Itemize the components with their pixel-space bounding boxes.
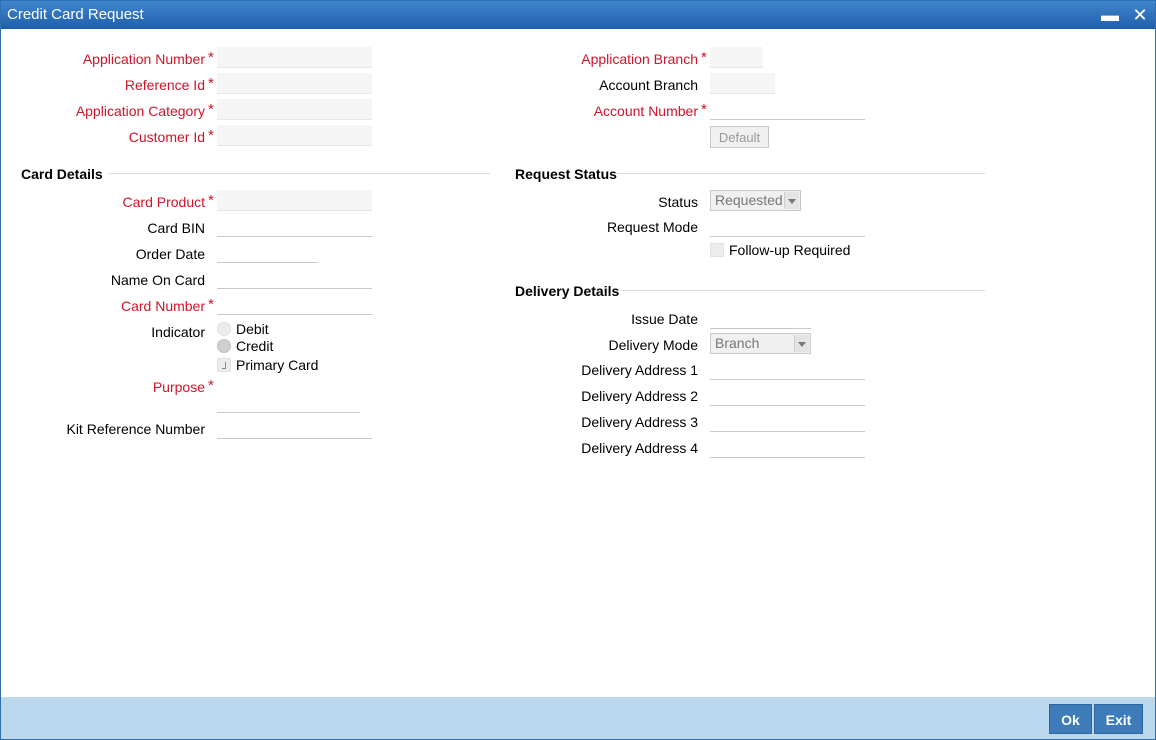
card-bin-input[interactable] (217, 216, 372, 237)
delivery-address-4-input[interactable] (710, 437, 865, 458)
mandatory-asterisk: * (208, 49, 214, 66)
delivery-mode-label: Delivery Mode (608, 337, 698, 353)
chevron-down-icon (794, 335, 809, 352)
card-details-heading: Card Details (21, 166, 103, 182)
delivery-address-1-input[interactable] (710, 359, 865, 380)
credit-card-request-window: Credit Card Request ▬ ✕ Application Numb… (0, 0, 1156, 740)
section-divider (109, 173, 490, 174)
status-select[interactable]: Requested (710, 190, 801, 211)
customer-id-label: Customer Id (128, 129, 205, 145)
order-date-label: Order Date (135, 246, 205, 262)
application-category-label: Application Category (75, 103, 205, 119)
status-value: Requested (715, 192, 783, 208)
delivery-address-3-input[interactable] (710, 411, 865, 432)
follow-up-required-label: Follow-up Required (729, 242, 851, 258)
mandatory-asterisk: * (208, 75, 214, 92)
follow-up-required-checkbox[interactable] (710, 243, 724, 257)
account-branch-input[interactable] (710, 73, 775, 94)
indicator-label: Indicator (151, 324, 205, 340)
delivery-address-2-input[interactable] (710, 385, 865, 406)
ok-button[interactable]: Ok (1049, 704, 1092, 734)
checkmark-icon (222, 362, 226, 369)
customer-id-input[interactable] (217, 125, 372, 146)
card-product-label: Card Product (122, 194, 205, 210)
card-number-input[interactable] (217, 294, 372, 315)
indicator-credit-label: Credit (236, 338, 274, 354)
account-number-input[interactable] (710, 99, 865, 120)
default-button[interactable]: Default (710, 126, 769, 148)
delivery-address-3-label: Delivery Address 3 (581, 414, 698, 430)
account-number-label: Account Number (593, 103, 698, 119)
reference-id-input[interactable] (217, 73, 372, 94)
application-branch-label: Application Branch (581, 51, 698, 67)
name-on-card-input[interactable] (217, 268, 372, 289)
mandatory-asterisk: * (701, 101, 707, 118)
purpose-input[interactable] (217, 392, 360, 413)
delivery-mode-select[interactable]: Branch (710, 333, 811, 354)
application-number-input[interactable] (217, 47, 372, 68)
issue-date-input[interactable] (710, 308, 811, 329)
kit-reference-number-label: Kit Reference Number (66, 421, 205, 437)
name-on-card-label: Name On Card (110, 272, 205, 288)
request-mode-label: Request Mode (606, 219, 698, 235)
application-branch-input[interactable] (710, 47, 763, 68)
mandatory-asterisk: * (208, 377, 214, 394)
issue-date-label: Issue Date (631, 311, 698, 327)
footer-bar (1, 697, 1155, 739)
request-mode-input[interactable] (710, 216, 865, 237)
application-number-label: Application Number (82, 51, 205, 67)
primary-card-checkbox[interactable] (217, 358, 231, 372)
delivery-address-2-label: Delivery Address 2 (581, 388, 698, 404)
section-divider (621, 290, 985, 291)
delivery-address-1-label: Delivery Address 1 (581, 362, 698, 378)
exit-button[interactable]: Exit (1094, 704, 1143, 734)
order-date-input[interactable] (217, 242, 318, 263)
reference-id-label: Reference Id (124, 77, 205, 93)
card-number-label: Card Number (120, 298, 205, 314)
title-bar[interactable]: Credit Card Request ▬ ✕ (1, 1, 1155, 29)
request-status-heading: Request Status (515, 166, 617, 182)
primary-card-label: Primary Card (236, 357, 319, 373)
delivery-mode-value: Branch (715, 335, 760, 351)
delivery-address-4-label: Delivery Address 4 (581, 440, 698, 456)
mandatory-asterisk: * (208, 296, 214, 313)
delivery-details-heading: Delivery Details (515, 283, 620, 299)
mandatory-asterisk: * (208, 192, 214, 209)
window-title: Credit Card Request (7, 6, 144, 23)
purpose-label: Purpose (152, 379, 205, 395)
indicator-credit-radio[interactable] (217, 339, 231, 353)
minimize-icon[interactable]: ▬ (1099, 4, 1121, 26)
kit-reference-number-input[interactable] (217, 418, 372, 439)
close-icon[interactable]: ✕ (1129, 4, 1151, 26)
status-label: Status (658, 194, 698, 210)
card-bin-label: Card BIN (147, 220, 205, 236)
card-product-input[interactable] (217, 190, 372, 211)
section-divider (615, 173, 985, 174)
mandatory-asterisk: * (701, 49, 707, 66)
account-branch-label: Account Branch (599, 77, 698, 93)
chevron-down-icon (784, 192, 799, 209)
indicator-debit-radio[interactable] (217, 322, 231, 336)
mandatory-asterisk: * (208, 127, 214, 144)
indicator-debit-label: Debit (236, 321, 269, 337)
mandatory-asterisk: * (208, 101, 214, 118)
application-category-input[interactable] (217, 99, 372, 120)
